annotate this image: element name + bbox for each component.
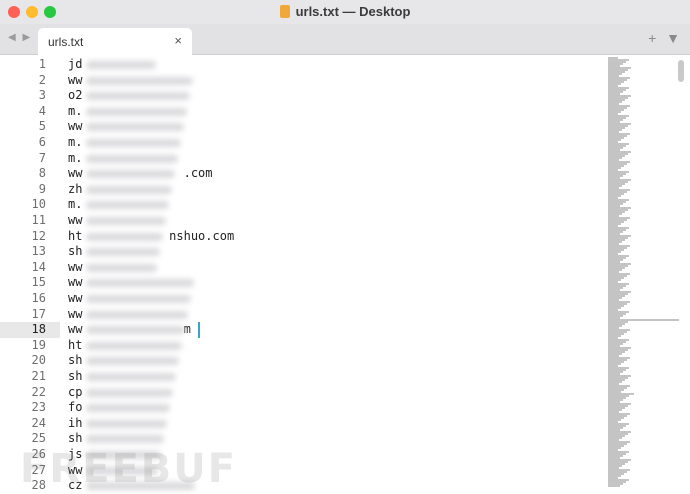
tab-nav-arrows-icon[interactable]: ◀ ▶ <box>8 32 32 43</box>
line-number: 18 <box>0 322 60 338</box>
line-number: 20 <box>31 353 46 368</box>
vertical-scrollbar[interactable] <box>678 60 684 82</box>
line-text: sh <box>68 431 83 446</box>
tab-label: urls.txt <box>48 35 84 49</box>
line-text: m. <box>68 103 83 118</box>
line-number: 5 <box>38 119 46 134</box>
window-title: urls.txt — Desktop <box>0 4 690 19</box>
redaction-blur <box>86 107 187 116</box>
redaction-blur <box>86 232 163 241</box>
tab-menu-chevron-down-icon[interactable]: ▼ <box>666 30 680 46</box>
line-number: 16 <box>31 291 46 305</box>
title-bar: urls.txt — Desktop <box>0 0 690 24</box>
sublime-file-icon <box>279 5 290 18</box>
text-cursor <box>198 322 200 339</box>
redaction-blur <box>86 404 170 413</box>
line-number: 3 <box>38 88 46 103</box>
redaction-blur <box>86 357 179 366</box>
line-text: ht <box>68 337 83 352</box>
redaction-blur <box>86 123 184 132</box>
line-number: 9 <box>38 181 46 196</box>
editor-area[interactable]: 1 jd 2 ww 3 o2 4 m. 5 ww 6 m. 7 m. 8 ww .com 9 zh 10 m. 11 ww… <box>0 55 600 494</box>
line-text: ww <box>68 275 83 290</box>
line-text: ww <box>68 291 83 305</box>
redaction-blur <box>86 419 167 428</box>
line-text: ww <box>68 119 83 134</box>
new-tab-plus-icon[interactable]: + <box>648 30 656 46</box>
line-text: m. <box>68 197 83 212</box>
line-text: o2 <box>68 88 83 103</box>
tab-bar: ◀ ▶ urls.txt × + ▼ <box>0 24 690 55</box>
line-number: 17 <box>31 306 46 321</box>
redaction-blur <box>86 248 160 257</box>
line-text: cp <box>68 384 83 399</box>
redaction-blur <box>86 388 173 397</box>
tab-tools: + ▼ <box>642 30 680 46</box>
line-number: 4 <box>38 103 46 118</box>
redaction-blur <box>86 263 157 272</box>
redaction-blur <box>86 326 185 335</box>
line-number: 15 <box>31 275 46 290</box>
line-number: 1 <box>38 57 46 71</box>
redaction-blur <box>86 185 172 194</box>
minimap-line <box>608 485 620 487</box>
line-text: zh <box>68 181 83 196</box>
redaction-blur <box>86 92 190 101</box>
line-number: 12 <box>31 228 46 243</box>
line-number: 6 <box>38 135 46 149</box>
redaction-blur <box>86 295 191 303</box>
line-text: jd <box>68 57 83 71</box>
tab-close-icon[interactable]: × <box>174 33 182 48</box>
line-number: 19 <box>31 337 46 352</box>
redaction-blur <box>86 217 166 225</box>
line-number: 10 <box>31 197 46 212</box>
line-text: sh <box>68 244 83 259</box>
line-text: ww <box>68 259 83 274</box>
line-number: 23 <box>31 400 46 415</box>
redaction-blur <box>86 139 181 147</box>
line-number: 22 <box>31 384 46 399</box>
line-text: m. <box>68 150 83 165</box>
line-number: 13 <box>31 244 46 259</box>
minimap[interactable] <box>602 55 679 494</box>
line-number: 24 <box>31 415 46 430</box>
line-text: ww <box>68 306 83 321</box>
window-title-text: urls.txt — Desktop <box>295 4 411 19</box>
line-text: ih <box>68 415 83 430</box>
line-number: 11 <box>31 213 46 227</box>
line-text: fo <box>68 400 83 415</box>
line-text: sh <box>68 353 83 368</box>
redaction-blur <box>86 373 176 381</box>
line-number: 21 <box>31 369 46 383</box>
line-text: m. <box>68 135 83 149</box>
redaction-blur <box>86 341 182 350</box>
line-text: sh <box>68 369 83 383</box>
redaction-blur <box>86 310 188 319</box>
line-number: 14 <box>31 259 46 274</box>
redaction-blur <box>86 435 164 444</box>
line-number: 25 <box>31 431 46 446</box>
redaction-blur <box>86 201 169 210</box>
line-number: 8 <box>38 166 46 181</box>
redaction-blur <box>86 279 194 288</box>
watermark-text: FREEBUF <box>20 446 238 492</box>
redaction-blur <box>86 170 175 179</box>
redaction-blur <box>86 61 156 69</box>
line-text: ww <box>68 72 83 87</box>
redaction-blur <box>86 154 178 163</box>
tab-urls-txt[interactable]: urls.txt × <box>38 28 192 55</box>
redaction-blur <box>86 76 193 85</box>
line-text: ww <box>68 213 83 227</box>
line-number: 2 <box>38 72 46 87</box>
line-number: 7 <box>38 150 46 165</box>
